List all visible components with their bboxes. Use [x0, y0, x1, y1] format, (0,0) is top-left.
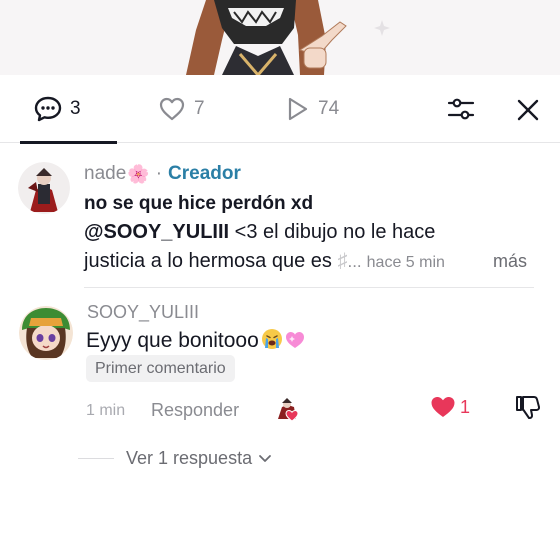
replies-divider — [78, 458, 114, 459]
comment-tabbar: 3 7 74 — [0, 75, 560, 144]
sparkling-heart-emoji-icon — [285, 332, 304, 348]
reply-button[interactable]: Responder — [151, 400, 239, 421]
filter-button[interactable] — [446, 95, 476, 125]
tab-comments[interactable]: 3 — [34, 93, 81, 125]
views-count: 74 — [318, 98, 340, 119]
comment-text: Eyyy que bonitooo — [86, 329, 259, 352]
tab-views[interactable]: 74 — [284, 93, 339, 125]
divider — [84, 287, 534, 288]
view-replies-label: Ver 1 respuesta — [126, 448, 253, 468]
like-count: 1 — [460, 396, 471, 417]
comments-count: 3 — [70, 98, 81, 119]
comment-time: 1 min — [86, 402, 126, 419]
mention-link[interactable]: @SOOY_YULIII — [84, 221, 229, 243]
chevron-down-icon — [259, 454, 271, 462]
comment-text-line: Eyyy que bonitooo — [86, 328, 306, 353]
comment-username[interactable]: SOOY_YULIII — [87, 302, 199, 323]
heart-outline-icon — [159, 97, 185, 121]
active-tab-indicator — [20, 141, 117, 144]
comment-text-line: @SOOY_YULIII <3 el dibujo no le hace — [84, 221, 435, 244]
ellipsis: ... — [347, 252, 362, 271]
play-icon — [288, 97, 308, 121]
heart-filled-icon — [431, 397, 455, 417]
creator-avatar-with-heart-icon — [278, 398, 299, 422]
comment-title: no se que hice perdón xd — [84, 193, 314, 214]
thumbs-down-icon — [516, 396, 541, 419]
avatar-image — [18, 162, 70, 214]
like-button[interactable]: 1 — [430, 395, 470, 419]
close-icon — [517, 99, 539, 121]
comment-text: <3 el dibujo no le hace — [229, 221, 436, 243]
flower-emoji: 🌸 — [127, 163, 150, 184]
video-preview[interactable] — [0, 0, 560, 75]
tab-likes[interactable]: 7 — [158, 93, 205, 125]
comment-header: nade 🌸 · Creador — [84, 163, 241, 185]
first-comment-badge: Primer comentario — [86, 355, 235, 382]
creator-liked-avatar — [274, 397, 302, 423]
view-replies-button[interactable]: Ver 1 respuesta — [78, 448, 272, 469]
truncated-char: ♯ — [337, 250, 348, 272]
dislike-button[interactable] — [514, 393, 542, 421]
separator-dot: · — [155, 163, 163, 184]
video-thumbnail-illustration — [0, 0, 560, 75]
comment-text: justicia a lo hermosa que es — [84, 250, 338, 272]
comment-bubble-icon — [34, 96, 62, 122]
likes-count: 7 — [194, 98, 205, 119]
more-link[interactable]: más — [493, 251, 527, 272]
close-button[interactable] — [513, 95, 543, 125]
avatar-image — [19, 306, 73, 360]
comment-text-line: justicia a lo hermosa que es ♯... hace 5 … — [84, 250, 445, 273]
creator-badge: Creador — [168, 163, 241, 184]
comment-time: hace 5 min — [366, 254, 445, 271]
avatar[interactable] — [19, 306, 73, 360]
comment-username[interactable]: nade — [84, 163, 126, 185]
avatar[interactable] — [18, 162, 70, 214]
sliders-icon — [447, 98, 475, 120]
crying-face-emoji-icon — [261, 329, 282, 349]
